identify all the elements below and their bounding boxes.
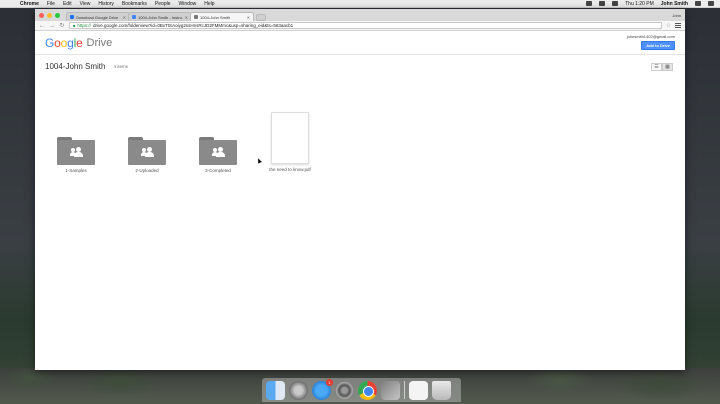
profile-button[interactable]: John bbox=[672, 13, 685, 18]
app-store-icon[interactable]: 1 bbox=[312, 378, 333, 400]
tab-title: 1004-John Smith - Instru... bbox=[138, 14, 183, 20]
tab-instructions[interactable]: 1004-John Smith - Instru... ✕ bbox=[128, 12, 192, 21]
menubar-status-area: Thu 1:20 PM John Smith bbox=[586, 1, 714, 7]
drive-header: Google Drive johnsmith1402@gmail.com Add… bbox=[35, 31, 685, 55]
menu-help[interactable]: Help bbox=[204, 1, 214, 7]
url-text: drive.google.com/folderview?id=0BxTtSAoi… bbox=[92, 23, 294, 28]
bookmark-star-icon[interactable]: ☆ bbox=[666, 22, 671, 29]
notification-center-icon[interactable] bbox=[708, 1, 714, 6]
chrome-icon[interactable] bbox=[358, 380, 377, 400]
app-store-badge: 1 bbox=[326, 378, 333, 386]
reload-icon[interactable]: ↻ bbox=[59, 22, 65, 29]
finder-icon[interactable] bbox=[266, 380, 285, 400]
item-label: 3-Completed bbox=[205, 168, 231, 173]
tab-strip: Download Google Drive ✕ 1004-John Smith … bbox=[35, 9, 685, 21]
wifi-icon[interactable] bbox=[586, 1, 593, 6]
close-tab-icon[interactable]: ✕ bbox=[123, 15, 126, 20]
item-label: 1-Samples bbox=[65, 168, 87, 173]
menu-edit[interactable]: Edit bbox=[63, 1, 72, 7]
view-toggles: ☰ ▦ bbox=[651, 63, 673, 71]
tab-download-google-drive[interactable]: Download Google Drive ✕ bbox=[66, 12, 130, 21]
tab-title: Download Google Drive bbox=[76, 14, 119, 20]
menu-people[interactable]: People bbox=[155, 1, 171, 7]
new-tab-button[interactable] bbox=[256, 14, 266, 21]
pdf-thumbnail bbox=[271, 112, 309, 164]
items-grid: 1-Samples 2-Uploaded 3-Completed the nee… bbox=[35, 77, 685, 337]
trash-icon[interactable] bbox=[432, 380, 451, 400]
folder-title: 1004-John Smith bbox=[45, 61, 106, 71]
add-to-drive-button[interactable]: Add to Drive bbox=[641, 41, 675, 50]
imovie-icon[interactable] bbox=[381, 380, 400, 400]
url-scheme: https:// bbox=[77, 23, 91, 28]
close-tab-icon[interactable]: ✕ bbox=[247, 15, 250, 20]
forward-icon[interactable]: → bbox=[49, 23, 55, 29]
chrome-menu-icon[interactable] bbox=[675, 23, 681, 28]
menu-history[interactable]: History bbox=[98, 1, 114, 7]
browser-toolbar: ← → ↻ ■ https://drive.google.com/folderv… bbox=[35, 21, 685, 31]
mac-menubar: Chrome File Edit View History Bookmarks … bbox=[0, 0, 720, 8]
menubar-clock[interactable]: Thu 1:20 PM bbox=[625, 1, 654, 7]
shared-folder-icon bbox=[57, 137, 95, 165]
lock-icon: ■ bbox=[73, 23, 76, 28]
tab-title: 1004-John Smith bbox=[200, 14, 231, 20]
google-logo[interactable]: Google bbox=[45, 36, 83, 50]
drive-product-name: Drive bbox=[86, 36, 113, 49]
menubar-app-name[interactable]: Chrome bbox=[20, 1, 39, 7]
menu-window[interactable]: Window bbox=[179, 1, 197, 7]
folder-item-2-uploaded[interactable]: 2-Uploaded bbox=[122, 137, 172, 173]
document-icon[interactable] bbox=[409, 380, 428, 400]
folder-header: 1004-John Smith 4 items ☰ ▦ bbox=[35, 55, 685, 77]
window-controls bbox=[39, 9, 60, 21]
menubar-user[interactable]: John Smith bbox=[661, 1, 688, 7]
account-email[interactable]: johnsmith1402@gmail.com bbox=[627, 34, 675, 39]
folder-favicon-icon bbox=[194, 15, 198, 19]
volume-icon[interactable] bbox=[599, 1, 606, 6]
mac-dock: 1 bbox=[262, 378, 461, 402]
minimize-window-button[interactable] bbox=[47, 12, 52, 18]
zoom-window-button[interactable] bbox=[55, 12, 60, 18]
menu-file[interactable]: File bbox=[47, 1, 55, 7]
menu-view[interactable]: View bbox=[80, 1, 91, 7]
item-label: 2-Uploaded bbox=[135, 168, 159, 173]
back-icon[interactable]: ← bbox=[39, 23, 45, 29]
item-count: 4 items bbox=[113, 63, 128, 69]
menu-bookmarks[interactable]: Bookmarks bbox=[122, 1, 147, 7]
folder-item-1-samples[interactable]: 1-Samples bbox=[51, 137, 101, 173]
drive-favicon-icon bbox=[70, 15, 74, 19]
folder-item-3-completed[interactable]: 3-Completed bbox=[193, 137, 243, 173]
list-view-icon[interactable]: ☰ bbox=[651, 63, 662, 71]
grid-view-icon[interactable]: ▦ bbox=[662, 63, 673, 71]
shared-folder-icon bbox=[199, 137, 237, 165]
dock-separator bbox=[404, 381, 405, 399]
launchpad-icon[interactable] bbox=[289, 380, 308, 400]
item-label: the need to know.pdf bbox=[269, 167, 311, 172]
docs-favicon-icon bbox=[132, 15, 136, 19]
shared-folder-icon bbox=[128, 137, 166, 165]
file-item-pdf[interactable]: the need to know.pdf bbox=[265, 112, 315, 172]
spotlight-icon[interactable] bbox=[695, 1, 701, 6]
tab-john-smith-folder[interactable]: 1004-John Smith ✕ bbox=[190, 12, 254, 21]
close-window-button[interactable] bbox=[39, 12, 44, 18]
system-preferences-icon[interactable] bbox=[335, 380, 354, 400]
address-bar[interactable]: ■ https://drive.google.com/folderview?id… bbox=[69, 22, 662, 29]
chrome-window: Download Google Drive ✕ 1004-John Smith … bbox=[35, 9, 685, 370]
battery-icon[interactable] bbox=[612, 1, 619, 6]
close-tab-icon[interactable]: ✕ bbox=[185, 15, 188, 20]
